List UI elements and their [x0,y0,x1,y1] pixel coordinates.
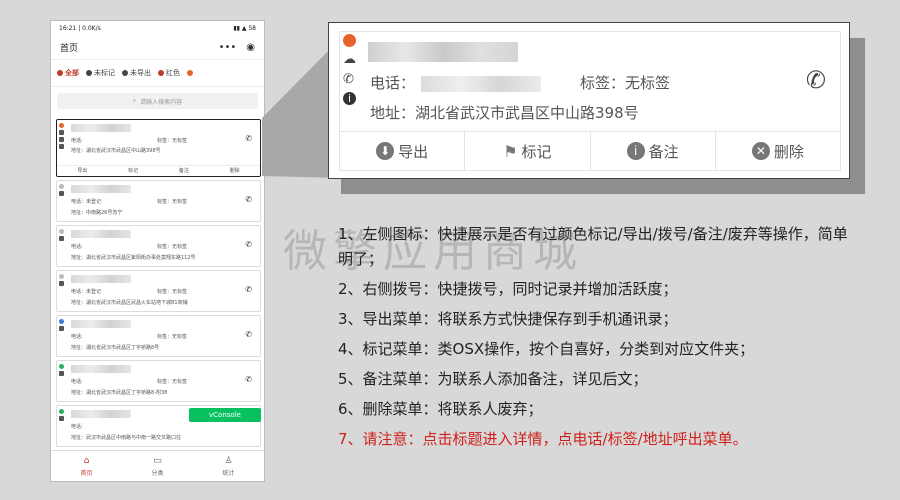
phone-number-blurred [421,75,542,92]
info-icon: i [626,142,645,160]
delete-label: 删除 [773,142,804,161]
contact-name-blurred[interactable] [368,42,518,62]
feature-item-5: 5、备注菜单：为联系人添加备注，详见后文； [338,370,648,388]
export-label: 导出 [398,142,429,161]
mark-button[interactable]: ⚑ 标记 [465,132,591,170]
feature-item-2: 2、右侧拨号：快捷拨号，同时记录并增加活跃度； [338,280,678,298]
feature-item-1: 1、左侧图标：快捷展示是否有过颜色标记/导出/拨号/备注/废弃等操作，简单明了； [338,225,848,268]
contact-phone[interactable]: 电话： [370,72,542,93]
feature-item-4: 4、标记菜单：类OSX操作，按个自喜好，分类到对应文件夹； [338,340,755,358]
flag-icon: ⚑ [503,141,518,161]
cloud-download-icon: ☁ [343,52,356,67]
delete-button[interactable]: ✕ 删除 [716,132,840,170]
color-mark-icon [343,34,356,47]
feature-item-6: 6、删除菜单：将联系人废弃； [338,400,543,418]
export-button[interactable]: ⬇ 导出 [340,132,466,170]
note-button[interactable]: i 备注 [591,132,716,170]
zoom-callout: ☁ ✆ i 电话： 标签：无标签 地址：湖北省武汉市武昌区中山路398号 ✆ ⬇… [328,22,850,179]
call-icon[interactable]: ✆ [806,66,826,94]
phone-small-icon: ✆ [343,72,354,87]
feature-description-list: 1、左侧图标：快捷展示是否有过颜色标记/导出/拨号/备注/废弃等操作，简单明了；… [338,222,858,457]
feature-item-3: 3、导出菜单：将联系方式快捷保存到手机通讯录； [338,310,678,328]
zoomed-contact-card[interactable]: ☁ ✆ i 电话： 标签：无标签 地址：湖北省武汉市武昌区中山路398号 ✆ ⬇… [339,31,841,171]
card-actions: ⬇ 导出 ⚑ 标记 i 备注 ✕ 删除 [340,131,840,170]
mark-label: 标记 [521,142,552,161]
close-icon: ✕ [751,142,770,160]
note-label: 备注 [648,142,679,161]
cloud-download-icon: ⬇ [376,142,395,160]
feature-item-7-notice: 7、请注意：点击标题进入详情，点电话/标签/地址呼出菜单。 [338,430,748,448]
info-icon: i [343,92,356,105]
contact-tag[interactable]: 标签：无标签 [580,72,670,93]
contact-address[interactable]: 地址：湖北省武汉市武昌区中山路398号 [370,102,639,123]
phone-label: 电话： [370,74,416,92]
